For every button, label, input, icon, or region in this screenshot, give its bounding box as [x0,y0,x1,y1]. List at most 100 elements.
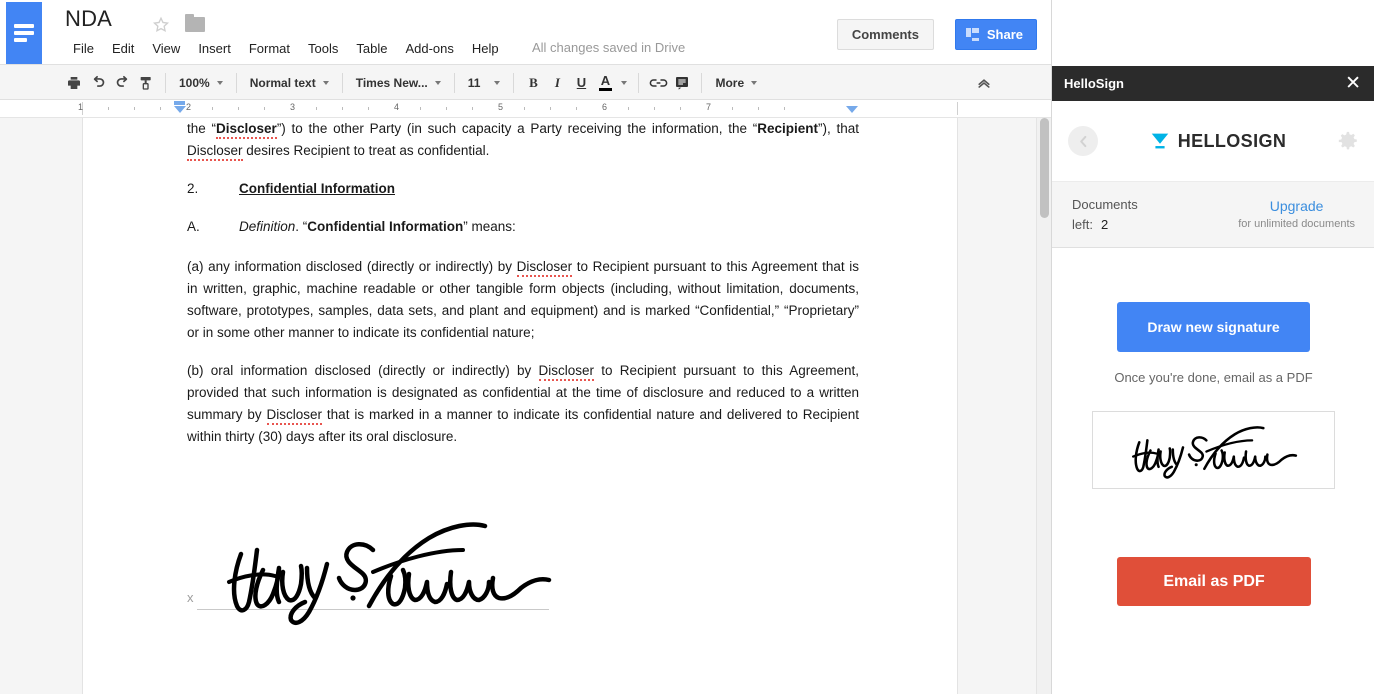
hellosign-logo-text: HELLOSIGN [1177,130,1287,151]
ruler-number: 7 [706,102,712,112]
ruler-number: 6 [602,102,608,112]
section-title: Confidential Information [239,181,395,196]
underline-button[interactable]: U [569,71,593,95]
zoom-value: 100% [179,75,210,90]
vertical-scrollbar[interactable] [1036,118,1051,694]
underline-label: U [576,75,587,90]
scrollbar-thumb[interactable] [1040,118,1049,218]
paragraph-b: (b) oral information disclosed (directly… [187,363,860,444]
first-line-indent-marker[interactable] [174,101,185,105]
paragraph-a: (a) any information disclosed (directly … [187,259,859,340]
toolbar-group-format: B I U A [521,70,631,96]
document-body[interactable]: the “Discloser”) to the other Party (in … [187,118,860,625]
hellosign-body: Draw new signature Once you're done, ema… [1052,248,1374,694]
zoom-dropdown[interactable]: 100% [173,71,229,95]
documents-left-value: 2 [1100,216,1109,232]
link-icon[interactable] [646,71,670,95]
menu-item-edit[interactable]: Edit [103,38,143,59]
chevron-down-icon [494,80,501,85]
chevron-down-icon [434,80,441,85]
italic-button[interactable]: I [545,71,569,95]
more-dropdown[interactable]: More [709,71,763,95]
definition-letter: A. [187,219,200,234]
documents-left-label: left: [1072,216,1093,232]
draw-new-signature-button[interactable]: Draw new signature [1117,302,1310,352]
chevron-down-icon [216,80,223,85]
text-color-button[interactable]: A [593,71,617,95]
folder-icon[interactable] [185,14,205,32]
redo-icon[interactable] [110,71,134,95]
text-color-dropdown[interactable] [617,71,631,95]
text-color-label: A [600,73,611,88]
menu-item-table[interactable]: Table [347,38,396,59]
close-icon[interactable]: ✕ [1343,74,1363,93]
share-lock-icon [965,27,981,42]
saved-signature-thumbnail[interactable] [1092,411,1335,489]
hellosign-funnel-icon [1151,133,1168,149]
menu-item-addons[interactable]: Add-ons [396,38,462,59]
toolbar-group-file [62,70,158,96]
inserted-signature-image[interactable] [223,510,553,628]
font-value: Times New... [355,75,428,90]
upgrade-block[interactable]: Upgrade for unlimited documents [1238,198,1355,232]
chevron-left-icon[interactable] [1068,126,1098,156]
upgrade-link[interactable]: Upgrade [1238,198,1355,214]
section-heading: 2. Confidential Information [187,178,859,200]
menu-item-file[interactable]: File [64,38,103,59]
menu-item-help[interactable]: Help [463,38,508,59]
font-family-dropdown[interactable]: Times New... [350,71,447,95]
docs-logo-icon[interactable] [6,2,42,64]
signature-x-marker: x [187,590,194,605]
style-value: Normal text [249,75,316,90]
undo-icon[interactable] [86,71,110,95]
page-canvas: the “Discloser”) to the other Party (in … [0,118,1036,694]
add-comment-icon[interactable] [670,71,694,95]
font-size-value: 11 [467,75,481,90]
docs-toolbar: 100% Normal text Times New... 11 B I U A… [0,66,1051,100]
chevron-down-icon [322,80,329,85]
gear-icon[interactable] [1337,130,1359,152]
comments-button[interactable]: Comments [836,19,934,50]
ruler-number: 3 [290,102,296,112]
print-icon[interactable] [62,71,86,95]
menu-item-tools[interactable]: Tools [299,38,347,59]
docs-header: NDA File Edit View Insert Format Tools T… [0,0,1051,65]
bold-button[interactable]: B [521,71,545,95]
documents-left-counter: Documents left: 2 [1072,195,1138,235]
section-number: 2. [187,181,199,196]
chevron-up-icon[interactable] [973,72,995,94]
misspelled-word: Discloser [538,363,595,381]
left-indent-marker[interactable] [174,106,186,113]
hellosign-documents-bar: Documents left: 2 Upgrade for unlimited d… [1052,181,1374,248]
google-docs-area: NDA File Edit View Insert Format Tools T… [0,0,1051,694]
chevron-down-icon [751,80,758,85]
star-icon[interactable] [152,16,170,34]
ruler-number: 1 [78,102,84,112]
saved-signature-image [1131,426,1297,479]
share-button[interactable]: Share [954,19,1037,50]
page-title[interactable]: NDA [65,6,112,32]
ruler-number: 2 [186,102,192,112]
document-page[interactable]: the “Discloser”) to the other Party (in … [82,118,958,694]
paint-format-icon[interactable] [134,71,158,95]
paragraph-intro: the “Discloser”) to the other Party (in … [187,118,859,162]
document-signature-block[interactable]: x [187,510,552,625]
more-label: More [715,75,745,90]
docs-ruler[interactable]: 1 2 3 4 5 6 7 [0,100,1051,118]
email-hint-text: Once you're done, email as a PDF [1114,370,1313,385]
font-size-dropdown[interactable]: 11 [462,71,507,95]
email-as-pdf-button[interactable]: Email as PDF [1117,557,1311,606]
menu-item-view[interactable]: View [143,38,189,59]
ruler-track: 1 2 3 4 5 6 7 [78,100,958,117]
text-color-icon: A [598,73,612,91]
docs-menubar: File Edit View Insert Format Tools Table… [64,38,508,59]
definition-text: Definition. “Confidential Information” m… [239,219,516,234]
menu-item-format[interactable]: Format [240,38,299,59]
misspelled-word: Discloser [187,143,243,161]
hellosign-panel: HelloSign ✕ HELLOSIGN Documents left: 2 … [1051,0,1374,694]
bold-label: B [529,74,538,90]
documents-label: Documents [1072,196,1138,212]
paragraph-style-dropdown[interactable]: Normal text [244,71,335,95]
menu-item-insert[interactable]: Insert [189,38,240,59]
right-indent-marker[interactable] [846,106,858,113]
